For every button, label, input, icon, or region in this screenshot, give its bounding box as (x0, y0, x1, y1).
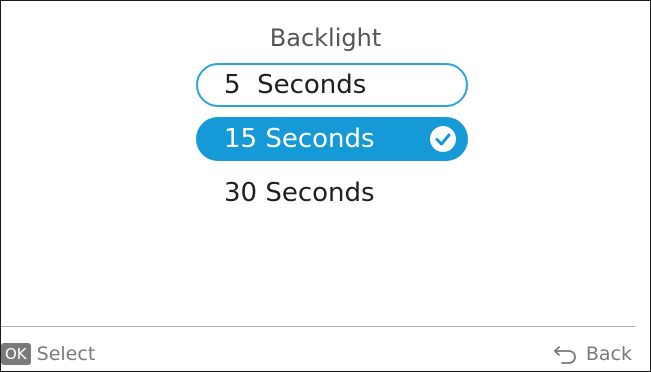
option-15-seconds[interactable]: 15 Seconds (196, 117, 468, 161)
back-label: Back (585, 343, 632, 365)
option-label: 15 Seconds (224, 124, 375, 154)
option-label: 5 Seconds (224, 70, 367, 100)
select-hint[interactable]: OK Select (1, 341, 95, 367)
option-label: 30 Seconds (224, 178, 375, 208)
option-30-seconds[interactable]: 30 Seconds (196, 171, 468, 215)
back-arrow-icon (553, 346, 576, 364)
checkmark-icon (430, 126, 456, 152)
settings-screen: Backlight 5 Seconds 15 Seconds 30 Second… (0, 0, 651, 372)
select-label: Select (36, 343, 96, 365)
page-title: Backlight (269, 24, 382, 52)
back-button[interactable]: Back (552, 341, 632, 367)
footer-divider (1, 326, 635, 327)
option-5-seconds[interactable]: 5 Seconds (196, 63, 468, 107)
ok-badge: OK (1, 343, 31, 365)
